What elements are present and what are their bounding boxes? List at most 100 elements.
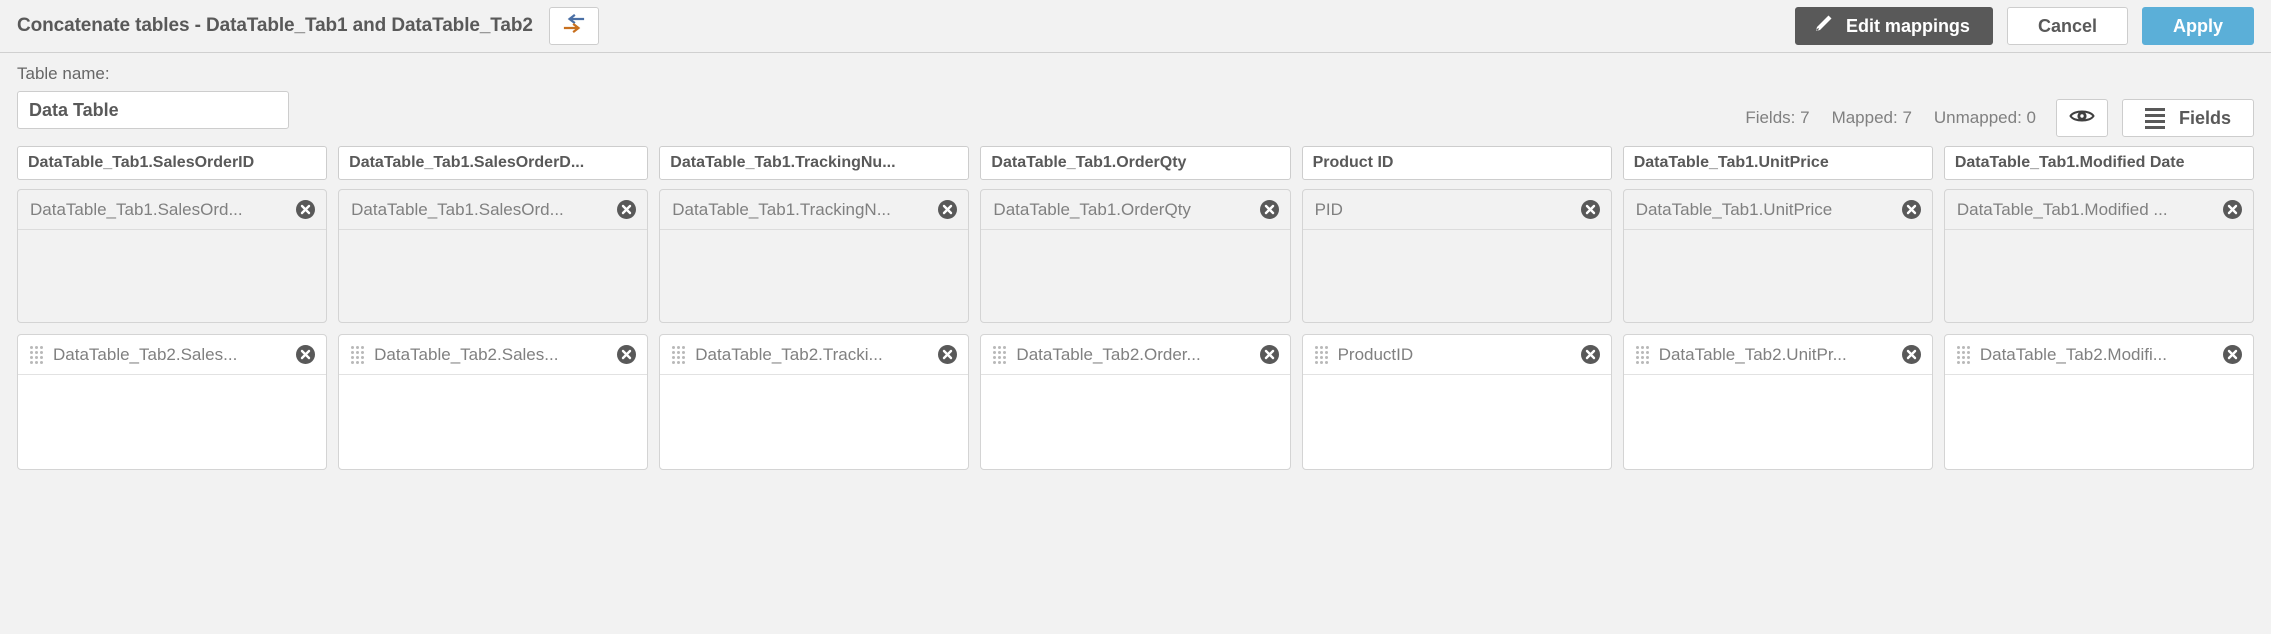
column-header[interactable]: DataTable_Tab1.UnitPrice xyxy=(1622,146,1933,180)
mapping-column: DataTable_Tab1.OrderQty DataTable_Tab1.O… xyxy=(980,146,1291,470)
source-table1-card[interactable]: DataTable_Tab1.UnitPrice xyxy=(1622,189,1933,323)
card-drop-area[interactable] xyxy=(660,375,968,469)
column-header[interactable]: DataTable_Tab1.OrderQty xyxy=(980,146,1291,180)
dialog-header: Concatenate tables - DataTable_Tab1 and … xyxy=(0,0,2271,53)
column-header[interactable]: DataTable_Tab1.Modified Date xyxy=(1943,146,2254,180)
close-circle-icon[interactable] xyxy=(617,200,637,219)
card-drop-area[interactable] xyxy=(1945,230,2253,322)
drag-handle-icon[interactable] xyxy=(1635,345,1649,364)
field-chip[interactable]: DataTable_Tab2.UnitPr... xyxy=(1623,335,1932,375)
edit-mappings-label: Edit mappings xyxy=(1845,15,1970,36)
field-chip[interactable]: DataTable_Tab1.TrackingN... xyxy=(660,190,969,230)
source-table1-card[interactable]: PID xyxy=(1301,189,1612,323)
card-drop-area[interactable] xyxy=(339,375,647,469)
source-table2-card[interactable]: DataTable_Tab2.UnitPr... xyxy=(1622,334,1933,470)
source-table1-card[interactable]: DataTable_Tab1.SalesOrd... xyxy=(338,189,649,323)
card-drop-area[interactable] xyxy=(1624,230,1932,322)
close-circle-icon[interactable] xyxy=(938,200,958,219)
close-circle-icon[interactable] xyxy=(296,345,316,364)
column-header[interactable]: DataTable_Tab1.SalesOrderD... xyxy=(338,146,649,180)
card-drop-area[interactable] xyxy=(981,375,1289,469)
field-chip[interactable]: DataTable_Tab1.SalesOrd... xyxy=(339,190,648,230)
card-drop-area[interactable] xyxy=(1303,375,1611,469)
table-name-label: Table name: xyxy=(17,64,110,83)
mapping-column: DataTable_Tab1.UnitPrice DataTable_Tab1.… xyxy=(1622,146,1933,470)
close-circle-icon[interactable] xyxy=(938,345,958,364)
drag-handle-icon[interactable] xyxy=(30,345,43,364)
table-name-input[interactable] xyxy=(17,91,289,129)
source-table2-card[interactable]: ProductID xyxy=(1301,334,1612,470)
close-circle-icon[interactable] xyxy=(1580,200,1600,219)
field-chip-label: DataTable_Tab1.Modified ... xyxy=(1956,199,2168,219)
field-chip[interactable]: DataTable_Tab1.Modified ... xyxy=(1944,190,2253,230)
card-drop-area[interactable] xyxy=(981,230,1289,322)
field-chip[interactable]: PID xyxy=(1302,190,1611,230)
mapping-column: DataTable_Tab1.SalesOrderD... DataTable_… xyxy=(338,146,649,470)
column-header[interactable]: DataTable_Tab1.TrackingNu... xyxy=(659,146,970,180)
field-chip-label: DataTable_Tab2.Order... xyxy=(1016,344,1201,364)
card-drop-area[interactable] xyxy=(1624,375,1932,469)
table-name-bar: Table name: Fields: 7 Mapped: 7 Unmapped… xyxy=(0,53,2271,146)
close-circle-icon[interactable] xyxy=(2222,200,2242,219)
source-table2-card[interactable]: DataTable_Tab2.Modifi... xyxy=(1943,334,2254,470)
source-table1-card[interactable]: DataTable_Tab1.Modified ... xyxy=(1943,189,2254,323)
card-drop-area[interactable] xyxy=(1945,375,2253,469)
mapped-count: Mapped: 7 xyxy=(1831,108,1912,127)
drag-handle-icon[interactable] xyxy=(351,345,365,364)
column-header[interactable]: Product ID xyxy=(1301,146,1612,180)
apply-button[interactable]: Apply xyxy=(2141,7,2254,45)
field-chip[interactable]: DataTable_Tab2.Order... xyxy=(981,335,1290,375)
field-chip[interactable]: DataTable_Tab2.Modifi... xyxy=(1944,335,2253,375)
card-drop-area[interactable] xyxy=(1303,230,1611,322)
drag-handle-icon[interactable] xyxy=(1956,345,1970,364)
preview-button[interactable] xyxy=(2055,99,2108,137)
field-chip-label: DataTable_Tab1.OrderQty xyxy=(993,199,1191,219)
close-circle-icon[interactable] xyxy=(296,200,316,219)
field-chip[interactable]: DataTable_Tab2.Sales... xyxy=(339,335,648,375)
source-table1-card[interactable]: DataTable_Tab1.SalesOrd... xyxy=(17,189,328,323)
field-chip[interactable]: DataTable_Tab1.SalesOrd... xyxy=(18,190,327,230)
field-chip[interactable]: ProductID xyxy=(1302,335,1611,375)
close-circle-icon[interactable] xyxy=(1901,345,1921,364)
unmapped-count: Unmapped: 0 xyxy=(1933,108,2036,127)
close-circle-icon[interactable] xyxy=(1901,200,1921,219)
card-drop-area[interactable] xyxy=(660,230,968,322)
pencil-icon xyxy=(1812,13,1834,40)
close-circle-icon[interactable] xyxy=(1259,200,1279,219)
source-table2-card[interactable]: DataTable_Tab2.Sales... xyxy=(338,334,649,470)
source-table2-card[interactable]: DataTable_Tab2.Order... xyxy=(980,334,1291,470)
drag-handle-icon[interactable] xyxy=(993,345,1007,364)
field-chip[interactable]: DataTable_Tab2.Tracki... xyxy=(660,335,969,375)
field-chip[interactable]: DataTable_Tab1.OrderQty xyxy=(981,190,1290,230)
card-drop-area[interactable] xyxy=(18,375,326,469)
mapping-column: Product ID PID ProductID xyxy=(1301,146,1612,470)
eye-icon xyxy=(2069,107,2095,130)
edit-mappings-button[interactable]: Edit mappings xyxy=(1794,7,1993,45)
source-table1-card[interactable]: DataTable_Tab1.TrackingN... xyxy=(659,189,970,323)
field-counts: Fields: 7 Mapped: 7 Unmapped: 0 xyxy=(1745,108,2036,128)
field-chip-label: DataTable_Tab1.SalesOrd... xyxy=(30,199,243,219)
close-circle-icon[interactable] xyxy=(2222,345,2242,364)
column-header[interactable]: DataTable_Tab1.SalesOrderID xyxy=(17,146,328,180)
card-drop-area[interactable] xyxy=(18,230,326,322)
hamburger-icon xyxy=(2144,107,2165,129)
swap-tables-button[interactable] xyxy=(548,7,599,45)
field-chip-label: DataTable_Tab2.Tracki... xyxy=(695,344,883,364)
source-table2-card[interactable]: DataTable_Tab2.Tracki... xyxy=(659,334,970,470)
close-circle-icon[interactable] xyxy=(617,345,637,364)
source-table2-card[interactable]: DataTable_Tab2.Sales... xyxy=(17,334,328,470)
field-chip[interactable]: DataTable_Tab1.UnitPrice xyxy=(1623,190,1932,230)
drag-handle-icon[interactable] xyxy=(1314,345,1328,364)
source-table1-card[interactable]: DataTable_Tab1.OrderQty xyxy=(980,189,1291,323)
field-chip[interactable]: DataTable_Tab2.Sales... xyxy=(18,335,327,375)
fields-button[interactable]: Fields xyxy=(2121,99,2254,137)
fields-count: Fields: 7 xyxy=(1745,108,1810,127)
close-circle-icon[interactable] xyxy=(1259,345,1279,364)
card-drop-area[interactable] xyxy=(339,230,647,322)
cancel-button[interactable]: Cancel xyxy=(2006,7,2128,45)
close-circle-icon[interactable] xyxy=(1580,345,1600,364)
field-chip-label: PID xyxy=(1314,199,1343,219)
page-title: Concatenate tables - DataTable_Tab1 and … xyxy=(17,15,533,36)
drag-handle-icon[interactable] xyxy=(672,345,686,364)
field-chip-label: DataTable_Tab2.Sales... xyxy=(374,344,559,364)
